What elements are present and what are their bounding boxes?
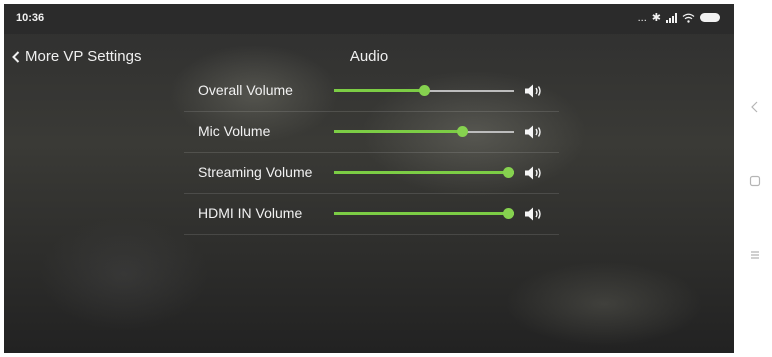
hdmi-in-volume-slider[interactable] (334, 207, 514, 221)
more-dots: ... (637, 11, 647, 24)
battery-icon (700, 13, 720, 22)
home-nav-icon[interactable] (748, 174, 762, 188)
recents-nav-icon[interactable] (748, 248, 762, 262)
speaker-icon[interactable] (524, 83, 544, 99)
status-bar: 10:36 ... ✱ (4, 4, 734, 34)
slider-fill (334, 130, 462, 133)
wifi-icon (682, 13, 695, 23)
volume-label: Streaming Volume (198, 164, 313, 180)
back-button[interactable]: More VP Settings (12, 48, 141, 65)
bluetooth-icon: ✱ (651, 12, 661, 24)
slider-fill (334, 212, 514, 215)
volume-list: Overall Volume Mic Volume Streaming Volu… (184, 71, 559, 235)
volume-row-overall: Overall Volume (184, 71, 559, 112)
slider-thumb[interactable] (503, 208, 514, 219)
slider-fill (334, 171, 514, 174)
speaker-icon[interactable] (524, 165, 544, 181)
volume-row-mic: Mic Volume (184, 112, 559, 153)
app-screen: 10:36 ... ✱ More VP Settings Audio Overa… (4, 4, 734, 353)
volume-row-hdmi-in: HDMI IN Volume (184, 194, 559, 235)
slider-thumb[interactable] (457, 126, 468, 137)
system-nav-bar (738, 4, 772, 353)
volume-label: Mic Volume (198, 123, 271, 139)
streaming-volume-slider[interactable] (334, 166, 514, 180)
mic-volume-slider[interactable] (334, 125, 514, 139)
speaker-icon[interactable] (524, 124, 544, 140)
overall-volume-slider[interactable] (334, 84, 514, 98)
volume-label: HDMI IN Volume (198, 205, 303, 221)
slider-thumb[interactable] (503, 167, 514, 178)
slider-thumb[interactable] (419, 85, 430, 96)
back-button-label: More VP Settings (25, 48, 142, 65)
speaker-icon[interactable] (524, 206, 544, 222)
page-title: Audio (349, 48, 389, 65)
status-time: 10:36 (16, 12, 45, 24)
back-nav-icon[interactable] (748, 100, 762, 114)
status-icons: ... ✱ (638, 11, 720, 24)
slider-fill (334, 89, 424, 92)
chevron-left-icon (12, 50, 20, 63)
signal-icon (666, 12, 677, 23)
volume-row-streaming: Streaming Volume (184, 153, 559, 194)
volume-label: Overall Volume (198, 82, 293, 98)
